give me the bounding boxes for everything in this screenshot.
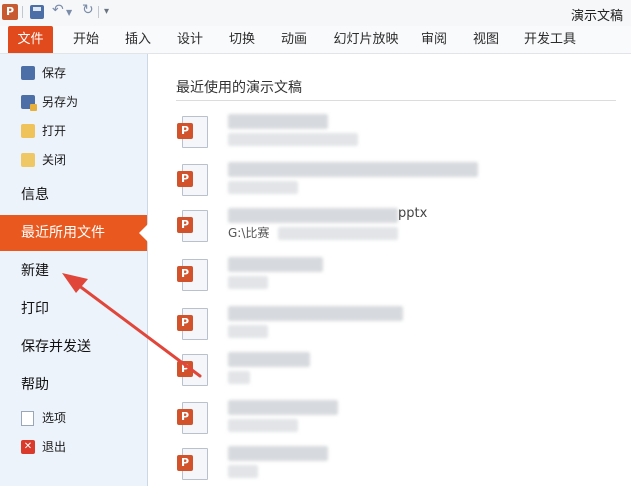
customize-quick-access-icon[interactable]: ▾ [104, 6, 109, 17]
tab-file[interactable]: 文件 [8, 26, 53, 53]
file-name-redacted [228, 162, 478, 177]
tab-insert[interactable]: 插入 [118, 26, 158, 53]
tab-slideshow[interactable]: 幻灯片放映 [326, 26, 406, 53]
recent-file-row[interactable] [176, 350, 616, 396]
file-name-redacted [228, 352, 310, 367]
nav-open[interactable]: 打开 [0, 118, 147, 144]
window-title: 演示文稿 [570, 9, 623, 24]
file-path-redacted [228, 181, 298, 194]
file-path-redacted [228, 325, 268, 338]
tab-home[interactable]: 开始 [66, 26, 106, 53]
nav-recent-label: 最近所用文件 [21, 225, 105, 241]
file-name-suffix: pptx [398, 206, 428, 221]
nav-print[interactable]: 打印 [0, 291, 147, 327]
recent-file-row[interactable] [176, 112, 616, 158]
nav-new-label: 新建 [21, 263, 49, 279]
title-bar: P ↶ ▼ ↻ ▾ 演示文稿 [0, 0, 631, 26]
file-path-redacted [278, 227, 398, 240]
tab-view[interactable]: 视图 [466, 26, 506, 53]
pptx-file-icon [177, 354, 208, 386]
tab-design[interactable]: 设计 [170, 26, 210, 53]
file-path-redacted [228, 465, 258, 478]
file-path-redacted [228, 133, 358, 146]
recent-files-panel: 最近使用的演示文稿 pptx G:\比赛 [148, 54, 631, 486]
redo-icon[interactable]: ↻ [82, 2, 94, 18]
nav-save-label: 保存 [42, 66, 67, 80]
pptx-file-icon [177, 308, 208, 340]
section-title: 最近使用的演示文稿 [176, 80, 302, 96]
undo-icon[interactable]: ↶ [52, 2, 64, 18]
pptx-file-icon [177, 116, 208, 148]
close-folder-icon [21, 153, 35, 167]
nav-print-label: 打印 [21, 301, 49, 317]
recent-file-row[interactable] [176, 255, 616, 301]
nav-save-as[interactable]: 另存为 [0, 89, 147, 115]
recent-file-row[interactable]: pptx G:\比赛 [176, 206, 616, 252]
file-name-redacted [228, 257, 323, 272]
file-name-redacted [228, 446, 328, 461]
exit-icon: ✕ [21, 440, 35, 454]
active-indicator [139, 224, 148, 242]
nav-help[interactable]: 帮助 [0, 367, 147, 403]
nav-save[interactable]: 保存 [0, 60, 147, 86]
file-path-redacted [228, 371, 250, 384]
toolbar-separator [22, 6, 23, 18]
file-path-redacted [228, 419, 298, 432]
pptx-file-icon [177, 402, 208, 434]
nav-save-send[interactable]: 保存并发送 [0, 329, 147, 365]
options-icon [21, 411, 34, 426]
nav-close[interactable]: 关闭 [0, 147, 147, 173]
nav-close-label: 关闭 [42, 153, 67, 167]
toolbar-separator [98, 6, 99, 18]
nav-options[interactable]: 选项 [0, 405, 147, 431]
save-as-icon [21, 95, 37, 111]
save-icon[interactable] [30, 5, 44, 19]
nav-info[interactable]: 信息 [0, 177, 147, 213]
nav-save-send-label: 保存并发送 [21, 339, 91, 355]
file-name-redacted [228, 208, 398, 223]
nav-new[interactable]: 新建 [0, 253, 147, 289]
open-folder-icon [21, 124, 35, 138]
save-icon [21, 66, 35, 80]
chevron-down-icon[interactable]: ▼ [66, 8, 72, 17]
tab-animations[interactable]: 动画 [274, 26, 314, 53]
recent-file-row[interactable] [176, 444, 616, 490]
pptx-file-icon [177, 259, 208, 291]
recent-file-row[interactable] [176, 304, 616, 350]
file-path-redacted [228, 276, 268, 289]
backstage-nav: 保存 另存为 打开 关闭 信息 最近所用文件 新建 打印 保存并发送 帮助 选项… [0, 54, 148, 486]
nav-recent[interactable]: 最近所用文件 [0, 215, 148, 251]
file-name-redacted [228, 400, 338, 415]
file-name-redacted [228, 306, 403, 321]
tab-developer[interactable]: 开发工具 [518, 26, 582, 53]
recent-file-row[interactable] [176, 160, 616, 206]
recent-file-row[interactable] [176, 398, 616, 444]
nav-info-label: 信息 [21, 187, 49, 203]
nav-options-label: 选项 [42, 411, 67, 425]
ribbon-tab-bar: 文件 开始 插入 设计 切换 动画 幻灯片放映 审阅 视图 开发工具 [0, 26, 631, 54]
nav-exit[interactable]: ✕ 退出 [0, 434, 147, 460]
tab-review[interactable]: 审阅 [414, 26, 454, 53]
file-path-prefix: G:\比赛 [228, 226, 270, 240]
pptx-file-icon [177, 164, 208, 196]
nav-open-label: 打开 [42, 124, 67, 138]
pptx-file-icon [177, 448, 208, 480]
section-divider [176, 100, 616, 101]
tab-transitions[interactable]: 切换 [222, 26, 262, 53]
file-name-redacted [228, 114, 328, 129]
nav-help-label: 帮助 [21, 377, 49, 393]
pptx-file-icon [177, 210, 208, 242]
powerpoint-app-icon[interactable]: P [2, 4, 18, 20]
nav-exit-label: 退出 [42, 440, 67, 454]
nav-save-as-label: 另存为 [42, 95, 79, 109]
